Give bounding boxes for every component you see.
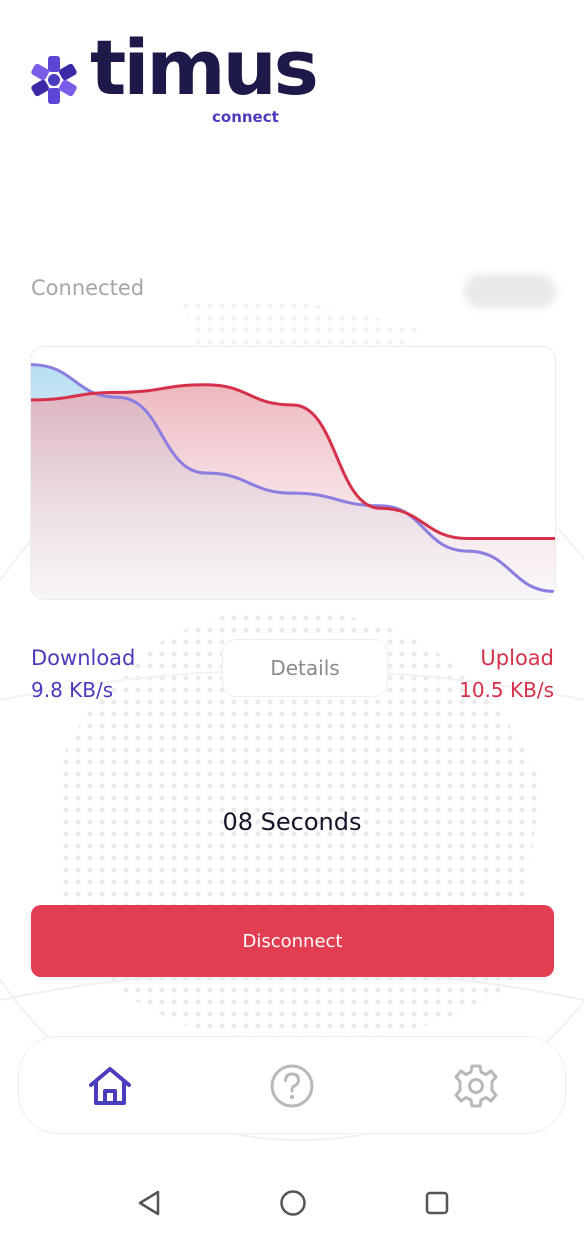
nav-settings[interactable]: [451, 1061, 501, 1111]
timus-logo: timus connect: [28, 30, 319, 134]
help-icon: [270, 1064, 314, 1108]
gear-icon: [454, 1064, 498, 1108]
traffic-chart: [30, 346, 556, 600]
back-icon: [138, 1190, 160, 1216]
upload-label: Upload: [480, 646, 554, 670]
timus-logo-mark-icon: [31, 56, 77, 104]
blurred-ip-badge: [464, 274, 556, 308]
recent-apps-icon: [425, 1191, 449, 1215]
home-icon: [89, 1067, 131, 1105]
upload-speed: 10.5 KB/s: [459, 678, 554, 702]
nav-help[interactable]: [267, 1061, 317, 1111]
system-home-button[interactable]: [276, 1186, 310, 1220]
disconnect-button[interactable]: Disconnect: [31, 905, 554, 977]
download-label: Download: [31, 646, 136, 670]
details-button[interactable]: Details: [222, 639, 388, 697]
connection-timer: 08 Seconds: [222, 808, 362, 836]
system-nav-bar: [0, 1170, 584, 1236]
logo-subtitle: connect: [212, 108, 279, 126]
download-speed: 9.8 KB/s: [31, 678, 114, 702]
bottom-nav: [18, 1036, 566, 1134]
traffic-chart-svg: [31, 363, 555, 599]
home-circle-icon: [280, 1190, 306, 1216]
logo-wordmark: timus: [90, 23, 319, 112]
system-back-button[interactable]: [132, 1186, 166, 1220]
system-recent-button[interactable]: [420, 1186, 454, 1220]
nav-home[interactable]: [85, 1061, 135, 1111]
connection-status: Connected: [31, 276, 145, 300]
